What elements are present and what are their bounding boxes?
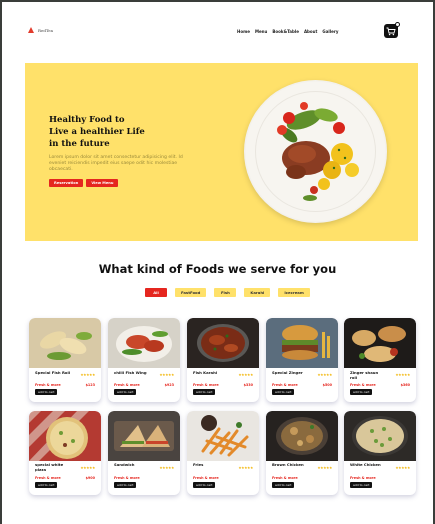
add-to-cart-button[interactable]: add to cart: [350, 389, 373, 395]
food-name: Zinger shaun roll: [350, 370, 379, 380]
food-image: [29, 318, 101, 368]
rating-stars: ★★★★★: [395, 466, 410, 470]
add-to-cart-button[interactable]: add to cart: [35, 482, 58, 488]
nav-link-home[interactable]: Home: [237, 29, 250, 34]
hero-buttons: Reservation View Menu: [49, 179, 119, 187]
food-card[interactable]: Special Zinger ★★★★★ Fresh & more $500 a…: [266, 318, 338, 402]
cart-badge: [395, 22, 400, 27]
food-subtitle: Fresh & more: [193, 476, 219, 480]
food-subtitle: Fresh & more: [193, 383, 219, 387]
rating-stars: ★★★★★: [317, 466, 332, 470]
reservation-button[interactable]: Reservation: [49, 179, 84, 187]
food-price: $360: [400, 383, 410, 387]
rating-stars: ★★★★★: [238, 373, 253, 377]
nav-menu: Home Menu Book&Table About Gallery: [237, 29, 338, 34]
food-card[interactable]: Sandwich ★★★★★ Fresh & more add to cart: [108, 411, 180, 495]
add-to-cart-button[interactable]: add to cart: [193, 482, 216, 488]
logo-text: RedTea: [38, 27, 54, 33]
food-price: $500: [322, 383, 332, 387]
hero-title-line: Live a healthier Life: [49, 127, 145, 137]
food-image: [29, 411, 101, 461]
filter-fastfood[interactable]: FastFood: [175, 288, 207, 297]
food-name: Brown Chicken: [272, 462, 304, 467]
food-subtitle: Fresh & more: [114, 476, 140, 480]
food-card[interactable]: White Chicken ★★★★★ Fresh & more add to …: [344, 411, 416, 495]
food-card[interactable]: Fries ★★★★★ Fresh & more add to cart: [187, 411, 259, 495]
food-image: [108, 318, 180, 368]
food-name: Fish Karahi: [193, 370, 218, 375]
add-to-cart-button[interactable]: add to cart: [193, 389, 216, 395]
hero-title: Healthy Food to Live a healthier Life in…: [49, 114, 159, 150]
food-name: special white pizza: [35, 462, 64, 472]
food-price: $123: [85, 383, 95, 387]
filter-icecream[interactable]: Icecream: [278, 288, 310, 297]
food-card[interactable]: chilli Fish Wing ★★★★★ Fresh & more $923…: [108, 318, 180, 402]
add-to-cart-button[interactable]: add to cart: [35, 389, 58, 395]
nav-link-book-table[interactable]: Book&Table: [272, 29, 299, 34]
food-subtitle: Fresh & more: [35, 383, 61, 387]
food-subtitle: Fresh & more: [350, 383, 376, 387]
food-price: $330: [243, 383, 253, 387]
nav-link-about[interactable]: About: [304, 29, 317, 34]
food-subtitle: Fresh & more: [272, 383, 298, 387]
page: RedTea Home Menu Book&Table About Galler…: [2, 2, 433, 524]
food-image: [187, 318, 259, 368]
rating-stars: ★★★★★: [395, 373, 410, 377]
food-image: [266, 411, 338, 461]
cart-icon: [386, 27, 396, 36]
rating-stars: ★★★★★: [159, 373, 174, 377]
add-to-cart-button[interactable]: add to cart: [350, 482, 373, 488]
add-to-cart-button[interactable]: add to cart: [272, 389, 295, 395]
food-subtitle: Fresh & more: [35, 476, 61, 480]
food-image: [108, 411, 180, 461]
food-image: [344, 318, 416, 368]
hero-title-line: in the future: [49, 139, 110, 149]
rating-stars: ★★★★★: [238, 466, 253, 470]
filter-bar: All FastFood Fish Karahi Icecream: [145, 288, 310, 297]
food-name: chilli Fish Wing: [114, 370, 147, 375]
food-name: White Chicken: [350, 462, 381, 467]
food-name: Special Zinger: [272, 370, 303, 375]
food-subtitle: Fresh & more: [350, 476, 376, 480]
food-image: [187, 411, 259, 461]
filter-all[interactable]: All: [145, 288, 167, 297]
food-name: Special Fish Roll: [35, 370, 71, 375]
food-image: [344, 411, 416, 461]
rating-stars: ★★★★★: [317, 373, 332, 377]
nav-link-gallery[interactable]: Gallery: [322, 29, 338, 34]
add-to-cart-button[interactable]: add to cart: [114, 482, 137, 488]
food-price: $923: [164, 383, 174, 387]
hero-banner: Healthy Food to Live a healthier Life in…: [25, 63, 418, 241]
food-card[interactable]: Brown Chicken ★★★★★ Fresh & more add to …: [266, 411, 338, 495]
food-price: $900: [85, 476, 95, 480]
filter-fish[interactable]: Fish: [214, 288, 237, 297]
food-name: Fries: [193, 462, 204, 467]
section-title: What kind of Foods we serve for you: [98, 262, 337, 276]
food-subtitle: Fresh & more: [272, 476, 298, 480]
food-image: [266, 318, 338, 368]
cart-button[interactable]: [384, 22, 400, 38]
add-to-cart-button[interactable]: add to cart: [272, 482, 295, 488]
food-card[interactable]: special white pizza ★★★★★ Fresh & more $…: [29, 411, 101, 495]
food-name: Sandwich: [114, 462, 135, 467]
filter-karahi[interactable]: Karahi: [244, 288, 271, 297]
add-to-cart-button[interactable]: add to cart: [114, 389, 137, 395]
rating-stars: ★★★★★: [159, 466, 174, 470]
hero-food-image: [244, 80, 387, 223]
food-card[interactable]: Zinger shaun roll ★★★★★ Fresh & more $36…: [344, 318, 416, 402]
food-card[interactable]: Fish Karahi ★★★★★ Fresh & more $330 add …: [187, 318, 259, 402]
logo-icon: [28, 27, 35, 33]
food-card[interactable]: Special Fish Roll ★★★★★ Fresh & more $12…: [29, 318, 101, 402]
navbar: RedTea Home Menu Book&Table About Galler…: [2, 2, 433, 58]
rating-stars: ★★★★★: [80, 373, 95, 377]
rating-stars: ★★★★★: [80, 466, 95, 470]
logo[interactable]: RedTea: [28, 27, 53, 33]
nav-link-menu[interactable]: Menu: [255, 29, 267, 34]
hero-description: Lorem ipsum dolor sit amet consectetur a…: [49, 155, 183, 173]
food-subtitle: Fresh & more: [114, 383, 140, 387]
view-menu-button[interactable]: View Menu: [86, 179, 119, 187]
hero-title-line: Healthy Food to: [49, 115, 125, 125]
